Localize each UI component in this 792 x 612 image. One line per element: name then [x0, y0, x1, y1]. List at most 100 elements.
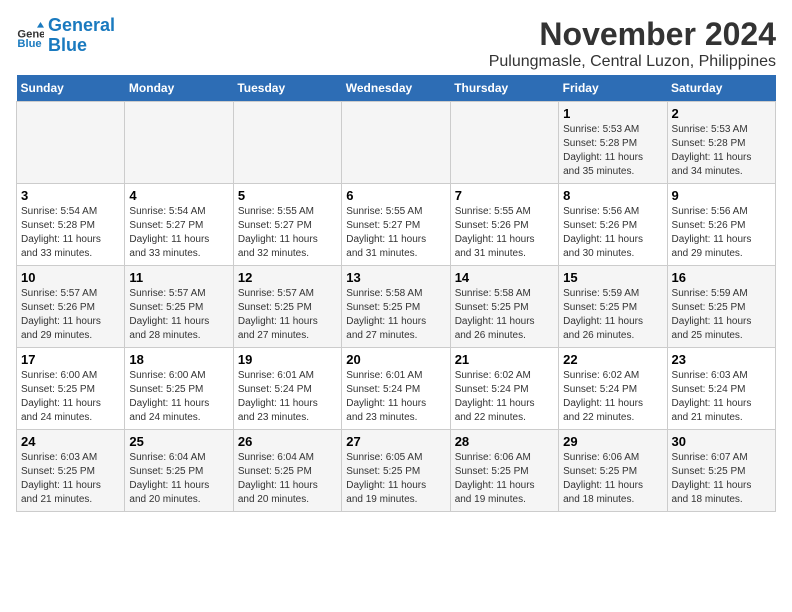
day-info: Sunrise: 6:04 AM Sunset: 5:25 PM Dayligh… — [238, 451, 337, 507]
day-info: Sunrise: 5:57 AM Sunset: 5:25 PM Dayligh… — [238, 287, 337, 343]
day-number: 28 — [455, 434, 554, 449]
calendar-cell — [342, 102, 450, 184]
weekday-header-row: SundayMondayTuesdayWednesdayThursdayFrid… — [17, 75, 776, 102]
day-info: Sunrise: 5:55 AM Sunset: 5:27 PM Dayligh… — [346, 205, 445, 261]
weekday-header: Wednesday — [342, 75, 450, 102]
day-info: Sunrise: 6:03 AM Sunset: 5:24 PM Dayligh… — [672, 369, 771, 425]
day-number: 10 — [21, 270, 120, 285]
day-number: 22 — [563, 352, 662, 367]
day-number: 23 — [672, 352, 771, 367]
day-number: 6 — [346, 188, 445, 203]
calendar-cell: 28 Sunrise: 6:06 AM Sunset: 5:25 PM Dayli… — [450, 430, 558, 512]
calendar-cell: 6 Sunrise: 5:55 AM Sunset: 5:27 PM Daylig… — [342, 184, 450, 266]
svg-text:Blue: Blue — [17, 38, 41, 50]
weekday-header: Saturday — [667, 75, 775, 102]
day-info: Sunrise: 6:05 AM Sunset: 5:25 PM Dayligh… — [346, 451, 445, 507]
day-info: Sunrise: 6:01 AM Sunset: 5:24 PM Dayligh… — [238, 369, 337, 425]
day-number: 2 — [672, 106, 771, 121]
calendar-cell: 25 Sunrise: 6:04 AM Sunset: 5:25 PM Dayli… — [125, 430, 233, 512]
day-info: Sunrise: 6:04 AM Sunset: 5:25 PM Dayligh… — [129, 451, 228, 507]
calendar-cell: 9 Sunrise: 5:56 AM Sunset: 5:26 PM Daylig… — [667, 184, 775, 266]
calendar-cell — [450, 102, 558, 184]
calendar-cell: 26 Sunrise: 6:04 AM Sunset: 5:25 PM Dayli… — [233, 430, 341, 512]
calendar-cell: 16Sunrise: 5:59 AM Sunset: 5:25 PM Dayli… — [667, 266, 775, 348]
calendar-week-row: 3 Sunrise: 5:54 AM Sunset: 5:28 PM Daylig… — [17, 184, 776, 266]
calendar-cell: 24 Sunrise: 6:03 AM Sunset: 5:25 PM Dayli… — [17, 430, 125, 512]
title-block: November 2024 Pulungmasle, Central Luzon… — [489, 16, 776, 71]
weekday-header: Thursday — [450, 75, 558, 102]
calendar-cell: 7 Sunrise: 5:55 AM Sunset: 5:26 PM Daylig… — [450, 184, 558, 266]
day-info: Sunrise: 5:55 AM Sunset: 5:26 PM Dayligh… — [455, 205, 554, 261]
calendar-cell — [233, 102, 341, 184]
day-info: Sunrise: 5:58 AM Sunset: 5:25 PM Dayligh… — [455, 287, 554, 343]
day-number: 15 — [563, 270, 662, 285]
calendar-cell: 15 Sunrise: 5:59 AM Sunset: 5:25 PM Dayli… — [559, 266, 667, 348]
day-info: Sunrise: 5:54 AM Sunset: 5:28 PM Dayligh… — [21, 205, 120, 261]
day-number: 4 — [129, 188, 228, 203]
calendar-cell: 1 Sunrise: 5:53 AM Sunset: 5:28 PM Daylig… — [559, 102, 667, 184]
day-number: 9 — [672, 188, 771, 203]
day-number: 20 — [346, 352, 445, 367]
day-number: 8 — [563, 188, 662, 203]
day-number: 1 — [563, 106, 662, 121]
day-info: Sunrise: 5:57 AM Sunset: 5:25 PM Dayligh… — [129, 287, 228, 343]
day-info: Sunrise: 5:56 AM Sunset: 5:26 PM Dayligh… — [672, 205, 771, 261]
day-info: Sunrise: 6:00 AM Sunset: 5:25 PM Dayligh… — [21, 369, 120, 425]
calendar-cell: 2 Sunrise: 5:53 AM Sunset: 5:28 PM Daylig… — [667, 102, 775, 184]
day-number: 5 — [238, 188, 337, 203]
calendar-cell: 17 Sunrise: 6:00 AM Sunset: 5:25 PM Dayli… — [17, 348, 125, 430]
page-title: November 2024 — [489, 16, 776, 53]
calendar-week-row: 24 Sunrise: 6:03 AM Sunset: 5:25 PM Dayli… — [17, 430, 776, 512]
day-info: Sunrise: 5:56 AM Sunset: 5:26 PM Dayligh… — [563, 205, 662, 261]
day-number: 7 — [455, 188, 554, 203]
page-subtitle: Pulungmasle, Central Luzon, Philippines — [489, 53, 776, 71]
calendar-cell: 3 Sunrise: 5:54 AM Sunset: 5:28 PM Daylig… — [17, 184, 125, 266]
day-number: 11 — [129, 270, 228, 285]
calendar-cell: 29Sunrise: 6:06 AM Sunset: 5:25 PM Dayli… — [559, 430, 667, 512]
weekday-header: Friday — [559, 75, 667, 102]
calendar-cell: 5 Sunrise: 5:55 AM Sunset: 5:27 PM Daylig… — [233, 184, 341, 266]
day-info: Sunrise: 5:55 AM Sunset: 5:27 PM Dayligh… — [238, 205, 337, 261]
day-number: 25 — [129, 434, 228, 449]
day-number: 26 — [238, 434, 337, 449]
calendar-cell: 11 Sunrise: 5:57 AM Sunset: 5:25 PM Dayli… — [125, 266, 233, 348]
day-number: 19 — [238, 352, 337, 367]
weekday-header: Monday — [125, 75, 233, 102]
calendar-cell: 10 Sunrise: 5:57 AM Sunset: 5:26 PM Dayli… — [17, 266, 125, 348]
day-number: 17 — [21, 352, 120, 367]
day-info: Sunrise: 5:53 AM Sunset: 5:28 PM Dayligh… — [672, 123, 771, 179]
day-number: 21 — [455, 352, 554, 367]
calendar-cell: 21 Sunrise: 6:02 AM Sunset: 5:24 PM Dayli… — [450, 348, 558, 430]
weekday-header: Tuesday — [233, 75, 341, 102]
calendar-week-row: 10 Sunrise: 5:57 AM Sunset: 5:26 PM Dayli… — [17, 266, 776, 348]
calendar-cell: 22 Sunrise: 6:02 AM Sunset: 5:24 PM Dayli… — [559, 348, 667, 430]
day-info: Sunrise: 6:03 AM Sunset: 5:25 PM Dayligh… — [21, 451, 120, 507]
calendar-cell: 27 Sunrise: 6:05 AM Sunset: 5:25 PM Dayli… — [342, 430, 450, 512]
calendar-cell — [125, 102, 233, 184]
calendar-week-row: 1 Sunrise: 5:53 AM Sunset: 5:28 PM Daylig… — [17, 102, 776, 184]
calendar-cell: 12 Sunrise: 5:57 AM Sunset: 5:25 PM Dayli… — [233, 266, 341, 348]
day-number: 16 — [672, 270, 771, 285]
day-info: Sunrise: 6:02 AM Sunset: 5:24 PM Dayligh… — [563, 369, 662, 425]
calendar-cell: 20Sunrise: 6:01 AM Sunset: 5:24 PM Dayli… — [342, 348, 450, 430]
day-number: 3 — [21, 188, 120, 203]
day-number: 12 — [238, 270, 337, 285]
logo: General Blue GeneralBlue — [16, 16, 115, 56]
calendar-week-row: 17 Sunrise: 6:00 AM Sunset: 5:25 PM Dayli… — [17, 348, 776, 430]
calendar-table: SundayMondayTuesdayWednesdayThursdayFrid… — [16, 75, 776, 512]
logo-icon: General Blue — [16, 22, 44, 50]
day-info: Sunrise: 6:00 AM Sunset: 5:25 PM Dayligh… — [129, 369, 228, 425]
day-number: 18 — [129, 352, 228, 367]
day-number: 27 — [346, 434, 445, 449]
day-number: 24 — [21, 434, 120, 449]
calendar-cell: 4Sunrise: 5:54 AM Sunset: 5:27 PM Daylig… — [125, 184, 233, 266]
day-info: Sunrise: 5:59 AM Sunset: 5:25 PM Dayligh… — [563, 287, 662, 343]
calendar-cell: 19 Sunrise: 6:01 AM Sunset: 5:24 PM Dayli… — [233, 348, 341, 430]
day-number: 30 — [672, 434, 771, 449]
page-header: General Blue GeneralBlue November 2024 P… — [16, 16, 776, 71]
day-info: Sunrise: 6:06 AM Sunset: 5:25 PM Dayligh… — [455, 451, 554, 507]
calendar-cell: 18 Sunrise: 6:00 AM Sunset: 5:25 PM Dayli… — [125, 348, 233, 430]
day-info: Sunrise: 5:53 AM Sunset: 5:28 PM Dayligh… — [563, 123, 662, 179]
day-info: Sunrise: 6:02 AM Sunset: 5:24 PM Dayligh… — [455, 369, 554, 425]
day-info: Sunrise: 5:57 AM Sunset: 5:26 PM Dayligh… — [21, 287, 120, 343]
